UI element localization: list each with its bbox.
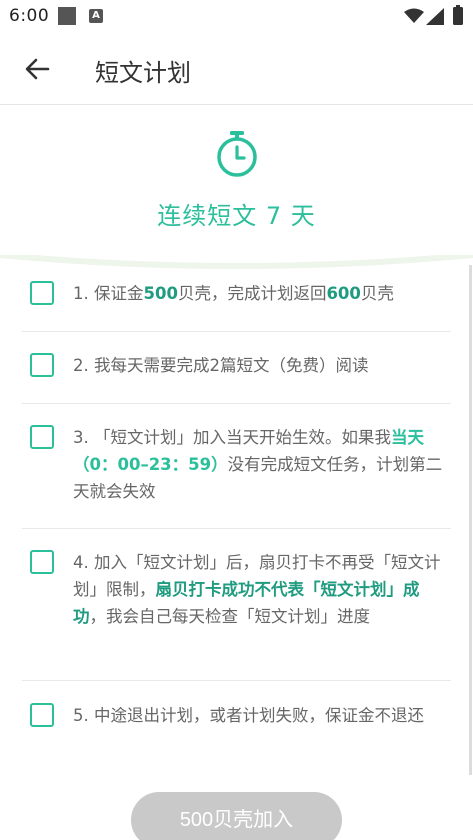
rule-item-1: 1. 保证金500贝壳，完成计划返回600贝壳: [22, 265, 451, 332]
rule-text-3: 3. 「短文计划」加入当天开始生效。如果我当天（0：00–23：59）没有完成短…: [73, 428, 443, 501]
rule-item-2: 2. 我每天需要完成2篇短文（免费）阅读: [22, 332, 451, 404]
deposit-amount: 500: [143, 284, 178, 303]
rule-checkbox-3[interactable]: [30, 425, 54, 449]
back-arrow-icon[interactable]: [22, 54, 52, 84]
page-title: 短文计划: [95, 59, 191, 87]
rule-checkbox-1[interactable]: [30, 281, 54, 305]
stopwatch-icon: [217, 131, 257, 177]
rule-text-4: 4. 加入「短文计划」后，扇贝打卡不再受「短文计划」限制，扇贝打卡成功不代表「短…: [73, 553, 441, 626]
rule-checkbox-5[interactable]: [30, 703, 54, 727]
rule-text-1: 1. 保证金500贝壳，完成计划返回600贝壳: [73, 284, 394, 303]
refund-amount: 600: [326, 284, 361, 303]
notification-square-icon: [58, 7, 76, 25]
scrollbar[interactable]: [469, 265, 472, 775]
rule-text-2: 2. 我每天需要完成2篇短文（免费）阅读: [73, 356, 369, 375]
plan-header: 连续短文 7 天: [0, 106, 473, 264]
streak-title: 连续短文 7 天: [157, 202, 316, 230]
rule-checkbox-2[interactable]: [30, 353, 54, 377]
rule-item-3: 3. 「短文计划」加入当天开始生效。如果我当天（0：00–23：59）没有完成短…: [22, 404, 451, 529]
join-plan-button[interactable]: 500贝壳加入: [131, 792, 342, 840]
app-bar: 短文计划: [0, 32, 473, 105]
signal-icon: [426, 8, 444, 25]
status-time: 6:00: [9, 6, 50, 26]
rule-item-5: 5. 中途退出计划，或者计划失败，保证金不退还: [22, 681, 451, 771]
rule-item-4: 4. 加入「短文计划」后，扇贝打卡不再受「短文计划」限制，扇贝打卡成功不代表「短…: [22, 529, 451, 681]
rule-text-5: 5. 中途退出计划，或者计划失败，保证金不退还: [73, 706, 424, 725]
battery-icon: [453, 5, 463, 25]
status-bar: 6:00 A: [0, 0, 473, 32]
rule-checkbox-4[interactable]: [30, 550, 54, 574]
wifi-icon: [404, 8, 424, 23]
a-badge-icon: A: [89, 9, 103, 23]
